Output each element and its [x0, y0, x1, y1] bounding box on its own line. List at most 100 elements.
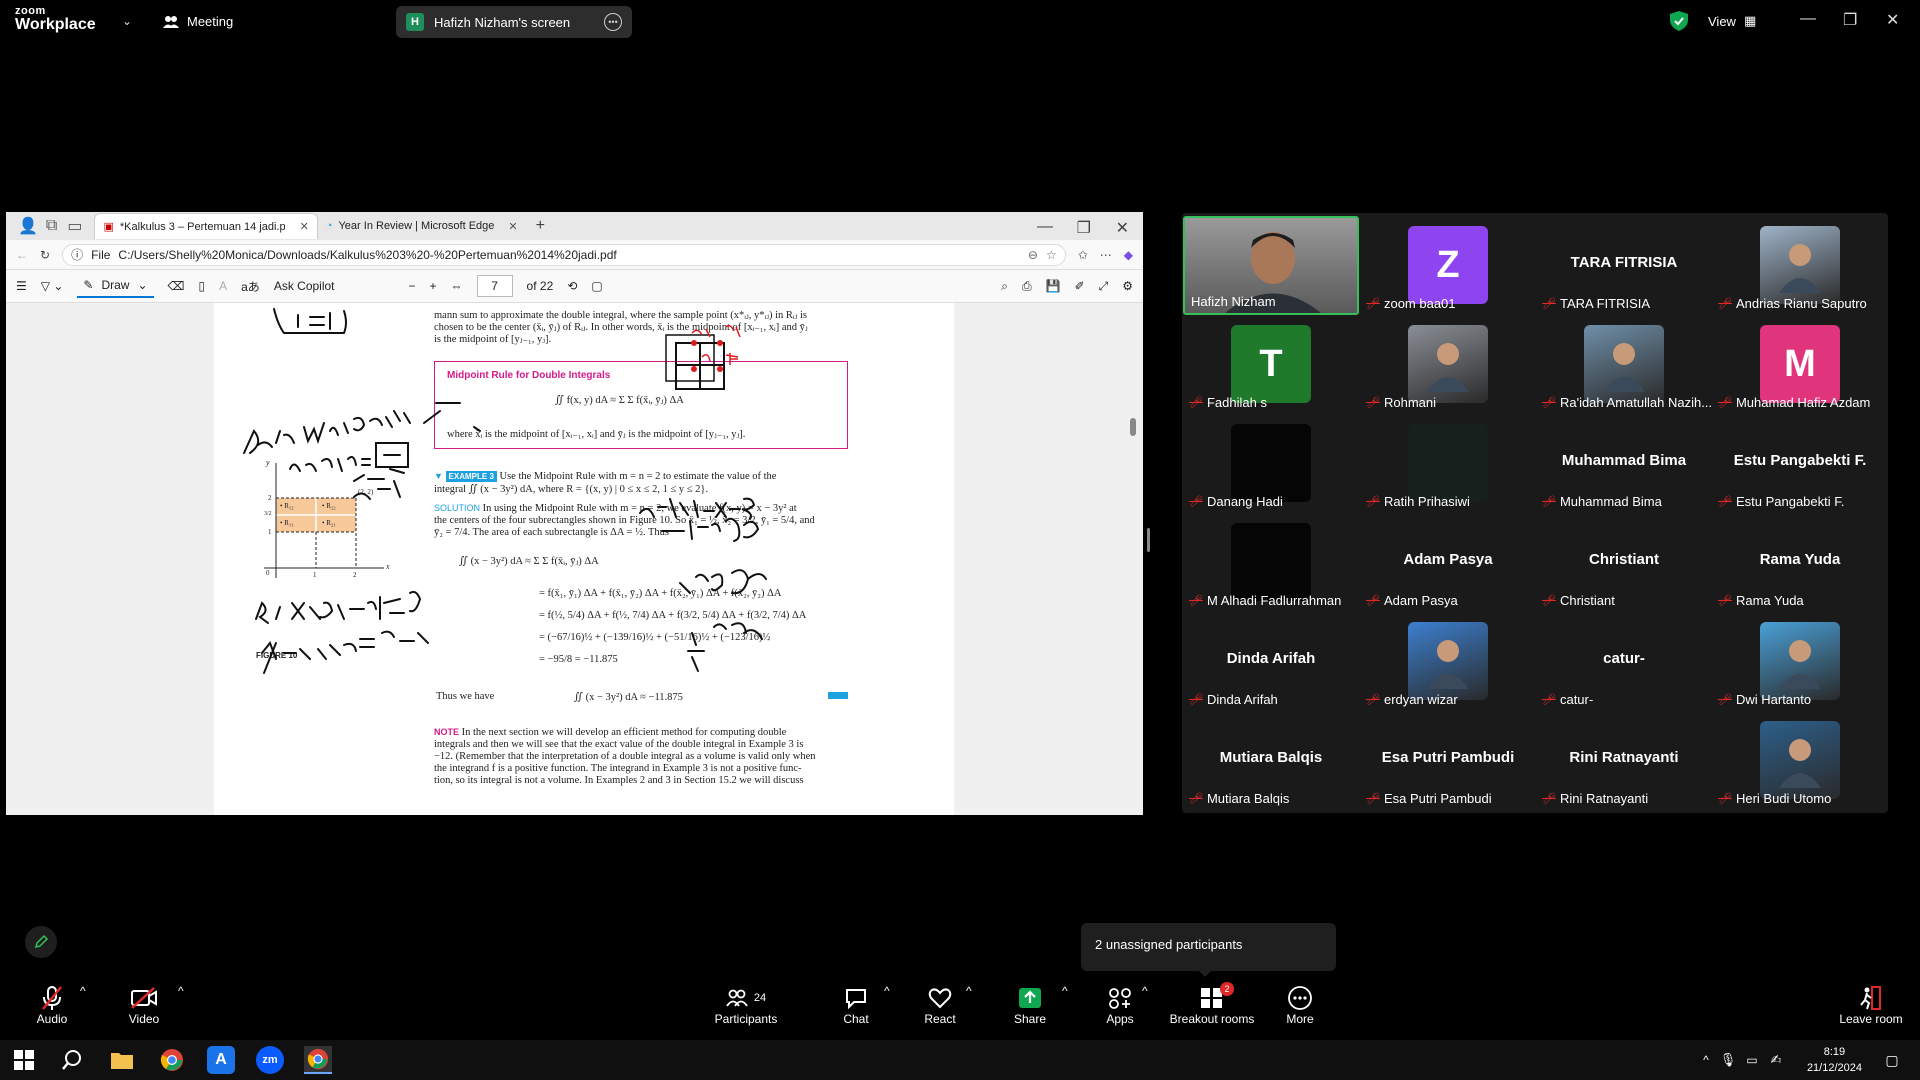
scrollbar-thumb[interactable]	[1130, 418, 1136, 436]
more-icon[interactable]: ⋯	[1100, 248, 1112, 262]
annotate-pen-button[interactable]	[25, 926, 57, 958]
react-options-caret[interactable]: ^	[966, 984, 972, 998]
rotate-icon[interactable]: ⟲	[567, 279, 577, 293]
highlight-icon[interactable]: ▽ ⌄	[41, 279, 64, 293]
zoom-workplace-logo[interactable]: zoom Workplace	[15, 6, 96, 33]
shared-screen-pill[interactable]: H Hafizh Nizham's screen •••	[396, 6, 632, 38]
pdf-scrollbar[interactable]	[1129, 303, 1137, 815]
participants-button[interactable]: 24 Participants	[712, 984, 780, 1026]
participant-tile[interactable]: Adam Pasya 🎤︎ Adam Pasya	[1360, 513, 1536, 612]
video-button[interactable]: Video	[124, 984, 164, 1026]
breakout-rooms-button[interactable]: 2 Breakout rooms	[1166, 982, 1258, 1026]
zoom-out-icon[interactable]: ⊖	[1028, 248, 1038, 262]
participant-tile[interactable]: Hafizh Nizham	[1183, 216, 1359, 315]
notification-icon[interactable]: ▢	[1878, 1046, 1906, 1074]
refresh-icon[interactable]: ↻	[40, 248, 50, 262]
chat-button[interactable]: Chat	[838, 984, 874, 1026]
more-button[interactable]: More	[1282, 984, 1318, 1026]
zoom-plus-icon[interactable]: +	[430, 279, 437, 293]
chrome-active-icon[interactable]	[304, 1046, 332, 1074]
participant-tile[interactable]: 🎤︎ Dwi Hartanto	[1712, 612, 1888, 711]
meeting-menu[interactable]: Meeting	[163, 14, 233, 29]
pen-icon[interactable]: ✍	[1762, 1046, 1790, 1074]
file-explorer-icon[interactable]	[108, 1046, 136, 1074]
favorites-icon[interactable]: ✩	[1078, 248, 1088, 262]
restore-icon[interactable]: ❐	[1077, 218, 1091, 238]
participant-tile[interactable]: 🎤︎ Ra'idah Amatullah Nazih...	[1536, 315, 1712, 414]
page-view-icon[interactable]: ▢	[591, 279, 602, 293]
search-icon[interactable]	[58, 1046, 86, 1074]
tab-actions-icon[interactable]: ▭	[67, 216, 82, 236]
save-icon[interactable]: 💾	[1046, 279, 1061, 293]
fullscreen-icon[interactable]: ⤢	[1099, 279, 1109, 294]
participant-tile[interactable]: 🎤︎ Andrias Rianu Saputro	[1712, 216, 1888, 315]
tab-pdf[interactable]: ▣ *Kalkulus 3 – Pertemuan 14 jadi.p ✕	[94, 213, 318, 239]
share-button[interactable]: Share	[1012, 984, 1048, 1026]
close-icon[interactable]: ✕	[1116, 218, 1129, 238]
favorite-star-icon[interactable]: ☆	[1046, 248, 1057, 262]
apps-button[interactable]: Apps	[1102, 984, 1138, 1026]
close-icon[interactable]: ✕	[1886, 10, 1899, 30]
back-icon[interactable]: ←	[16, 248, 28, 262]
eraser-icon[interactable]: ⌫	[168, 279, 185, 293]
workspaces-icon[interactable]: ⧉	[46, 217, 57, 235]
chrome-icon[interactable]	[158, 1046, 186, 1074]
participant-tile[interactable]: 🎤︎ M Alhadi Fadlurrahman	[1183, 513, 1359, 612]
participant-tile[interactable]: Rini Ratnayanti 🎤︎ Rini Ratnayanti	[1536, 711, 1712, 810]
zoom-app-icon[interactable]: zm	[256, 1046, 284, 1074]
windows-start-icon[interactable]	[10, 1046, 38, 1074]
share-options-caret[interactable]: ^	[1062, 984, 1068, 998]
app-a-icon[interactable]: A	[207, 1046, 235, 1074]
participant-tile[interactable]: Esa Putri Pambudi 🎤︎ Esa Putri Pambudi	[1360, 711, 1536, 810]
participant-tile[interactable]: 🎤︎ Heri Budi Utomo	[1712, 711, 1888, 810]
contents-icon[interactable]: ☰	[16, 279, 27, 293]
read-aloud-icon[interactable]: aあ	[241, 278, 260, 295]
chevron-down-icon[interactable]: ⌄	[122, 14, 132, 28]
minimize-icon[interactable]: —	[1800, 10, 1816, 28]
participant-tile[interactable]: Mutiara Balqis 🎤︎ Mutiara Balqis	[1183, 711, 1359, 810]
more-options-icon[interactable]: •••	[604, 13, 622, 31]
restore-icon[interactable]: ❐	[1843, 10, 1857, 30]
draw-button[interactable]: ✎ Draw ⌄	[77, 274, 154, 298]
security-shield-icon[interactable]	[1670, 11, 1688, 31]
leave-room-button[interactable]: Leave room	[1836, 984, 1906, 1026]
audio-options-caret[interactable]: ^	[80, 984, 86, 998]
fit-page-icon[interactable]: ⇔	[451, 279, 463, 293]
participant-tile[interactable]: 🎤︎ erdyan wizar	[1360, 612, 1536, 711]
splitter-handle[interactable]	[1147, 528, 1150, 552]
settings-icon[interactable]: ⚙	[1122, 279, 1133, 293]
url-field[interactable]: ⓘ File C:/Users/Shelly%20Monica/Download…	[62, 243, 1066, 266]
participant-tile[interactable]: TARA FITRISIA 🎤︎ TARA FITRISIA	[1536, 216, 1712, 315]
participant-tile[interactable]: Christiant 🎤︎ Christiant	[1536, 513, 1712, 612]
page-number-input[interactable]: 7	[476, 275, 513, 297]
participant-tile[interactable]: T 🎤︎ Fadhilah s	[1183, 315, 1359, 414]
react-button[interactable]: React	[922, 984, 958, 1026]
save-as-icon[interactable]: ✐	[1075, 279, 1085, 293]
participant-tile[interactable]: M 🎤︎ Muhamad Hafiz Azdam	[1712, 315, 1888, 414]
participant-tile[interactable]: Rama Yuda 🎤︎ Rama Yuda	[1712, 513, 1888, 612]
font-icon[interactable]: A	[219, 279, 227, 293]
minimize-icon[interactable]: —	[1037, 218, 1053, 236]
participant-tile[interactable]: catur- 🎤︎ catur-	[1536, 612, 1712, 711]
ask-copilot-button[interactable]: Ask Copilot	[274, 279, 335, 293]
audio-button[interactable]: Audio	[34, 984, 70, 1026]
participant-tile[interactable]: Dinda Arifah 🎤︎ Dinda Arifah	[1183, 612, 1359, 711]
print-icon[interactable]: ⎙	[1022, 279, 1032, 294]
participant-tile[interactable]: 🎤︎ Danang Hadi	[1183, 414, 1359, 513]
participant-tile[interactable]: 🎤︎ Ratih Prihasiwi	[1360, 414, 1536, 513]
new-tab-icon[interactable]: +	[536, 217, 545, 235]
zoom-minus-icon[interactable]: −	[409, 279, 416, 293]
copilot-icon[interactable]: ◆	[1124, 248, 1133, 262]
tab-year-review[interactable]: ◔ Year In Review | Microsoft Edge ✕	[318, 213, 526, 239]
apps-options-caret[interactable]: ^	[1142, 984, 1148, 998]
system-clock[interactable]: 8:19 21/12/2024	[1807, 1044, 1862, 1076]
participant-tile[interactable]: Muhammad Bima 🎤︎ Muhammad Bima	[1536, 414, 1712, 513]
text-box-icon[interactable]: ▯	[199, 279, 206, 293]
close-tab-icon[interactable]: ✕	[508, 220, 517, 233]
view-button[interactable]: View ▦	[1708, 13, 1756, 29]
participant-tile[interactable]: Estu Pangabekti F. 🎤︎ Estu Pangabekti F.	[1712, 414, 1888, 513]
pdf-viewer[interactable]: mann sum to approximate the double integ…	[6, 303, 1143, 815]
video-options-caret[interactable]: ^	[178, 984, 184, 998]
profile-icon[interactable]: 👤	[18, 216, 38, 236]
close-tab-icon[interactable]: ✕	[300, 220, 309, 233]
